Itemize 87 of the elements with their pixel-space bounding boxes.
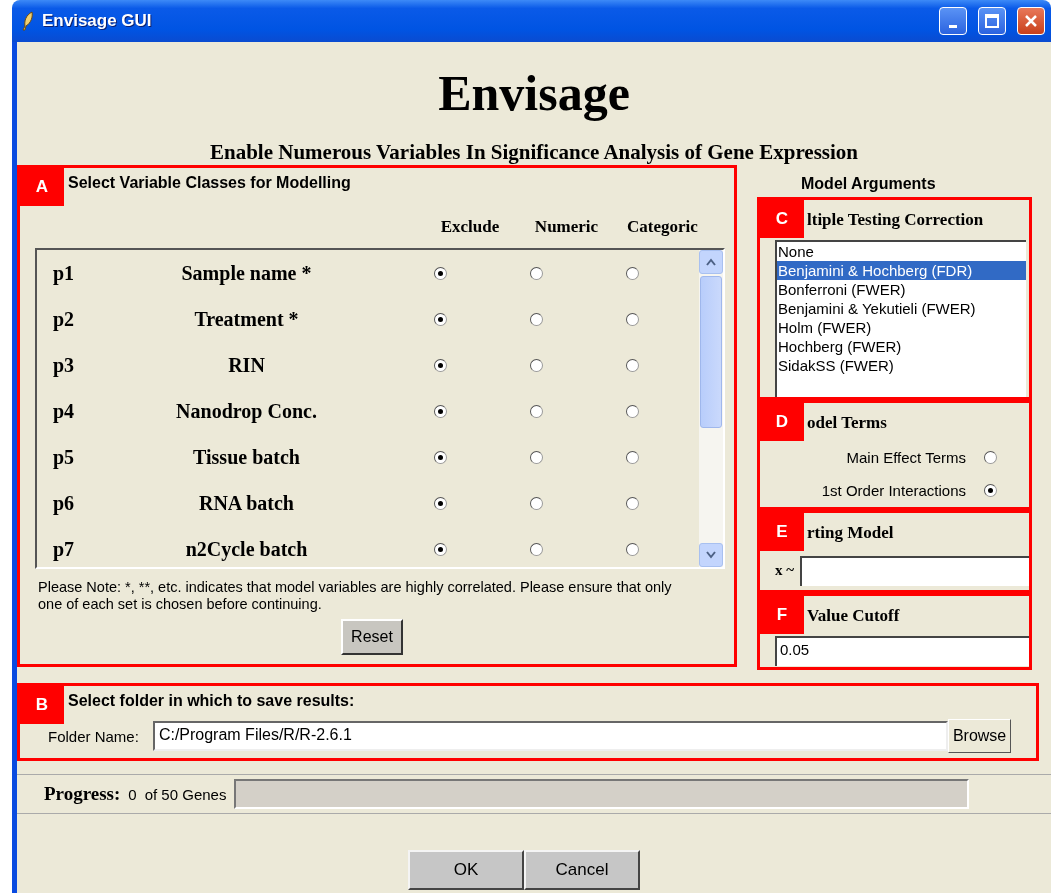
radio-button[interactable] [626,497,639,511]
radio-button[interactable] [433,543,447,557]
scrollbar[interactable] [699,250,723,567]
parameter-id: p3 [53,353,76,377]
radio-button[interactable] [530,267,543,281]
annotation-label: B [20,686,64,724]
field-label: Folder Name: [48,727,139,745]
list-item[interactable]: Benjamini & Yekutieli (FWER) [777,298,1026,318]
radio-button[interactable] [433,405,447,419]
radio-label: 1st Order Interactions [821,481,966,499]
parameter-id: p1 [53,261,76,285]
list-item[interactable]: Hochberg (FWER) [777,336,1026,356]
browse-button[interactable]: Browse [947,719,1012,753]
radio-button[interactable] [626,451,639,465]
radio-button[interactable] [530,405,543,419]
section-heading: rting Model [807,522,894,544]
group-legend: Model Arguments [801,175,1040,197]
radio-button[interactable] [433,451,447,465]
column-header: Categoric [626,217,699,237]
radio-button[interactable] [984,450,997,464]
close-button[interactable] [1017,7,1045,35]
minimize-button[interactable] [939,7,967,35]
list-item[interactable]: Bonferroni (FWER) [777,279,1026,299]
radio-button[interactable] [626,405,639,419]
section-heading: Value Cutoff [807,605,900,627]
annotation-label: F [760,595,804,634]
parameter-id: p7 [53,537,76,561]
correction-list[interactable]: None Benjamini & Hochberg (FDR) Bonferroni (FWER) Benjamini & Yekutieli (FWER) Holm (FWER) Hochberg (FWER) SidakSS (FWER) [775,239,1026,397]
input-field[interactable]: 0.05 [775,635,1029,666]
variable-name: RNA batch [198,491,295,515]
variable-name: Tissue batch [192,445,301,469]
progress-label: Progress: [44,783,121,805]
radio-button[interactable] [530,497,543,511]
radio-button[interactable] [530,451,543,465]
app-subtitle: Enable Numerous Variables In Significance Analysis of Gene Expression [210,140,858,165]
radio-button[interactable] [626,359,639,373]
list-item[interactable]: SidakSS (FWER) [777,355,1026,375]
parameter-id: p4 [53,399,76,423]
variable-name: n2Cycle batch [184,537,309,561]
annotation-label: D [760,402,804,441]
variable-name: Sample name * [180,261,313,285]
maximize-button[interactable] [978,7,1006,35]
radio-button[interactable] [984,483,997,497]
radio-button[interactable] [626,313,639,327]
progress-total: of 50 Genes [144,785,227,803]
parameter-id: p5 [53,445,76,469]
radio-button[interactable] [626,543,639,557]
group-legend: Select folder in which to save results: [68,692,355,710]
dialog-button[interactable]: OK [408,850,524,890]
list-item[interactable]: Holm (FWER) [777,317,1026,337]
window-title: Envisage GUI [42,11,153,31]
radio-button[interactable] [433,267,447,281]
column-header: Exclude [439,217,501,237]
app-title: Envisage [438,66,630,120]
section-heading: ltiple Testing Correction [807,209,984,231]
radio-button[interactable] [530,313,543,327]
variable-name: RIN [227,353,266,377]
radio-button[interactable] [433,313,447,327]
variable-name: Treatment * [193,307,300,331]
section-heading: odel Terms [807,412,887,434]
annotation-label: A [20,168,64,206]
parameter-id: p6 [53,491,76,515]
parameter-id: p2 [53,307,76,331]
input-field[interactable]: C:/Program Files/R/R-2.6.1 [152,721,948,751]
annotation-label: C [760,199,804,238]
minimize-icon [949,24,957,28]
maximize-icon [984,13,1000,29]
reset-button[interactable]: Reset [341,619,403,655]
note-text: Please Note: *, **, etc. indicates that model variables are highly correlated. Please ensure that only one of each set is chosen before continuing. [38,579,673,613]
annotation-label: E [760,512,804,551]
radio-button[interactable] [530,359,543,373]
radio-button[interactable] [626,267,639,281]
feather-icon [22,11,34,31]
radio-label: Main Effect Terms [846,448,966,466]
formula-prefix: x ~ [775,562,795,580]
radio-button[interactable] [530,543,543,557]
list-item[interactable]: None [777,241,1026,261]
radio-button[interactable] [433,497,447,511]
input-field[interactable] [800,555,1029,586]
radio-button[interactable] [433,359,447,373]
list-item[interactable]: Benjamini & Hochberg (FDR) [777,260,1026,280]
group-legend: Select Variable Classes for Modelling [68,174,351,192]
dialog-button[interactable]: Cancel [524,850,640,890]
variable-name: Nanodrop Conc. [175,399,318,423]
progress-count: 0 [128,785,137,803]
column-header: Numeric [533,217,600,237]
close-icon [1023,13,1039,29]
